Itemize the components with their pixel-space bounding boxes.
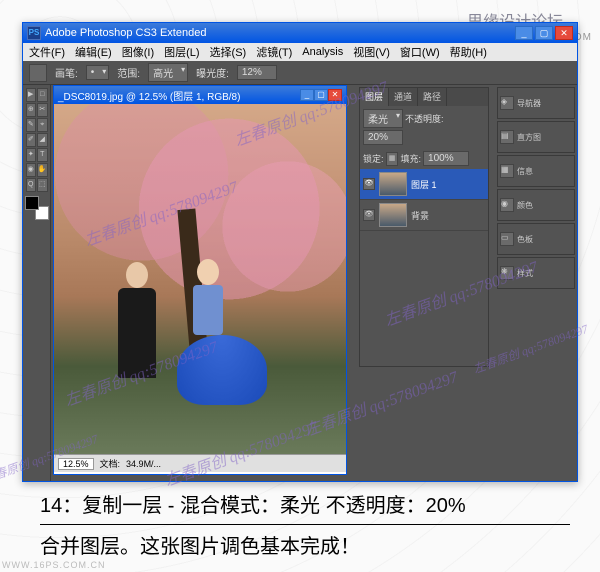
layer-name[interactable]: 背景 xyxy=(411,209,485,222)
histogram-icon: ▤ xyxy=(500,130,514,144)
tool-move[interactable]: ▶ xyxy=(26,88,37,102)
maximize-button[interactable]: ▢ xyxy=(535,26,553,40)
minimize-button[interactable]: _ xyxy=(515,26,533,40)
tool-crop[interactable]: ✂ xyxy=(37,103,48,117)
layer-list: 👁 图层 1 👁 背景 xyxy=(360,169,488,231)
layer-row[interactable]: 👁 背景 xyxy=(360,200,488,231)
tab-layers[interactable]: 图层 xyxy=(360,88,389,106)
filesize-label: 文档: xyxy=(100,457,121,470)
layers-panel: 图层 通道 路径 柔光 不透明度: 20% 锁定: ▦ 填充: 100% xyxy=(359,87,489,367)
visibility-icon[interactable]: 👁 xyxy=(363,209,375,221)
doc-close[interactable]: ✕ xyxy=(328,89,342,101)
tool-marquee[interactable]: □ xyxy=(37,88,48,102)
current-tool-icon[interactable] xyxy=(29,64,47,82)
brush-dropdown[interactable]: • xyxy=(86,65,110,80)
panel-styles[interactable]: ❋样式 xyxy=(497,257,575,289)
doc-maximize[interactable]: ▢ xyxy=(314,89,328,101)
document-window: _DSC8019.jpg @ 12.5% (图层 1, RGB/8) _ ▢ ✕… xyxy=(53,85,347,475)
menubar: 文件(F) 编辑(E) 图像(I) 图层(L) 选择(S) 滤镜(T) Anal… xyxy=(23,43,577,61)
fill-input[interactable]: 100% xyxy=(423,151,469,166)
menu-edit[interactable]: 编辑(E) xyxy=(75,44,112,60)
tool-eyedropper[interactable]: ⌖ xyxy=(37,118,48,132)
doc-minimize[interactable]: _ xyxy=(300,89,314,101)
document-statusbar: 12.5% 文档: 34.9M/... xyxy=(54,454,346,472)
document-titlebar: _DSC8019.jpg @ 12.5% (图层 1, RGB/8) _ ▢ ✕ xyxy=(54,86,346,104)
menu-image[interactable]: 图像(I) xyxy=(122,44,154,60)
panel-histogram[interactable]: ▤直方图 xyxy=(497,121,575,153)
site-url-bottom: WWW.16PS.COM.CN xyxy=(2,560,106,570)
tool-quick[interactable]: Q xyxy=(26,178,37,192)
range-label: 范围: xyxy=(117,65,140,80)
document-canvas[interactable] xyxy=(54,104,346,454)
menu-help[interactable]: 帮助(H) xyxy=(450,44,487,60)
tool-type[interactable]: T xyxy=(37,148,48,162)
opacity-input[interactable]: 20% xyxy=(363,130,403,145)
exposure-label: 曝光度: xyxy=(196,65,229,80)
tool-screen[interactable]: ⬚ xyxy=(37,178,48,192)
swatches-icon: ▭ xyxy=(500,232,514,246)
menu-view[interactable]: 视图(V) xyxy=(353,44,390,60)
tool-pencil[interactable]: ✐ xyxy=(26,133,37,147)
blend-mode-dropdown[interactable]: 柔光 xyxy=(363,109,403,128)
menu-file[interactable]: 文件(F) xyxy=(29,44,65,60)
canvas-area: _DSC8019.jpg @ 12.5% (图层 1, RGB/8) _ ▢ ✕… xyxy=(51,85,357,481)
exposure-input[interactable]: 12% xyxy=(237,65,277,80)
tutorial-caption: 14：复制一层 - 混合模式：柔光 不透明度：20% 合并图层。这张图片调色基本… xyxy=(40,490,570,563)
panel-navigator[interactable]: ◈导航器 xyxy=(497,87,575,119)
layer-thumbnail[interactable] xyxy=(379,172,407,196)
options-bar: 画笔: • 范围: 高光 曝光度: 12% xyxy=(23,61,577,85)
menu-layer[interactable]: 图层(L) xyxy=(164,44,199,60)
panel-swatches[interactable]: ▭色板 xyxy=(497,223,575,255)
layer-name[interactable]: 图层 1 xyxy=(411,178,485,191)
fg-color-swatch[interactable] xyxy=(25,196,39,210)
filesize-value: 34.9M/... xyxy=(126,459,161,469)
visibility-icon[interactable]: 👁 xyxy=(363,178,375,190)
layer-row[interactable]: 👁 图层 1 xyxy=(360,169,488,200)
tab-channels[interactable]: 通道 xyxy=(389,88,418,106)
document-title: _DSC8019.jpg @ 12.5% (图层 1, RGB/8) xyxy=(58,88,300,103)
color-swatches[interactable] xyxy=(25,196,49,220)
fill-label: 填充: xyxy=(401,152,422,165)
lock-icon[interactable]: ▦ xyxy=(386,152,398,166)
lock-label: 锁定: xyxy=(363,152,384,165)
menu-analysis[interactable]: Analysis xyxy=(302,46,343,58)
app-icon: PS xyxy=(27,26,41,40)
styles-icon: ❋ xyxy=(500,266,514,280)
zoom-value[interactable]: 12.5% xyxy=(58,458,94,470)
tab-paths[interactable]: 路径 xyxy=(418,88,447,106)
color-icon: ◉ xyxy=(500,198,514,212)
photoshop-window: PS Adobe Photoshop CS3 Extended _ ▢ ✕ 文件… xyxy=(22,22,578,482)
tool-dodge[interactable]: ✦ xyxy=(26,148,37,162)
range-dropdown[interactable]: 高光 xyxy=(148,63,188,82)
menu-window[interactable]: 窗口(W) xyxy=(400,44,440,60)
tool-shape[interactable]: ◉ xyxy=(26,163,36,177)
tool-brush[interactable]: ✎ xyxy=(26,118,37,132)
navigator-icon: ◈ xyxy=(500,96,514,110)
app-title: Adobe Photoshop CS3 Extended xyxy=(45,27,515,39)
panel-color[interactable]: ◉颜色 xyxy=(497,189,575,221)
info-icon: ▦ xyxy=(500,164,514,178)
tool-gradient[interactable]: ◢ xyxy=(37,133,48,147)
caption-line-2: 合并图层。这张图片调色基本完成！ xyxy=(40,531,570,563)
titlebar: PS Adobe Photoshop CS3 Extended _ ▢ ✕ xyxy=(23,23,577,43)
tool-lasso[interactable]: ⊕ xyxy=(26,103,37,117)
menu-select[interactable]: 选择(S) xyxy=(210,44,247,60)
close-button[interactable]: ✕ xyxy=(555,26,573,40)
menu-filter[interactable]: 滤镜(T) xyxy=(256,44,292,60)
panel-info[interactable]: ▦信息 xyxy=(497,155,575,187)
opacity-label: 不透明度: xyxy=(405,112,444,125)
caption-line-1: 14：复制一层 - 混合模式：柔光 不透明度：20% xyxy=(40,490,570,525)
brush-label: 画笔: xyxy=(55,65,78,80)
layer-thumbnail[interactable] xyxy=(379,203,407,227)
tool-hand[interactable]: ✋ xyxy=(37,163,48,177)
toolbox: ▶□ ⊕✂ ✎⌖ ✐◢ ✦T ◉✋ Q⬚ xyxy=(23,85,51,481)
